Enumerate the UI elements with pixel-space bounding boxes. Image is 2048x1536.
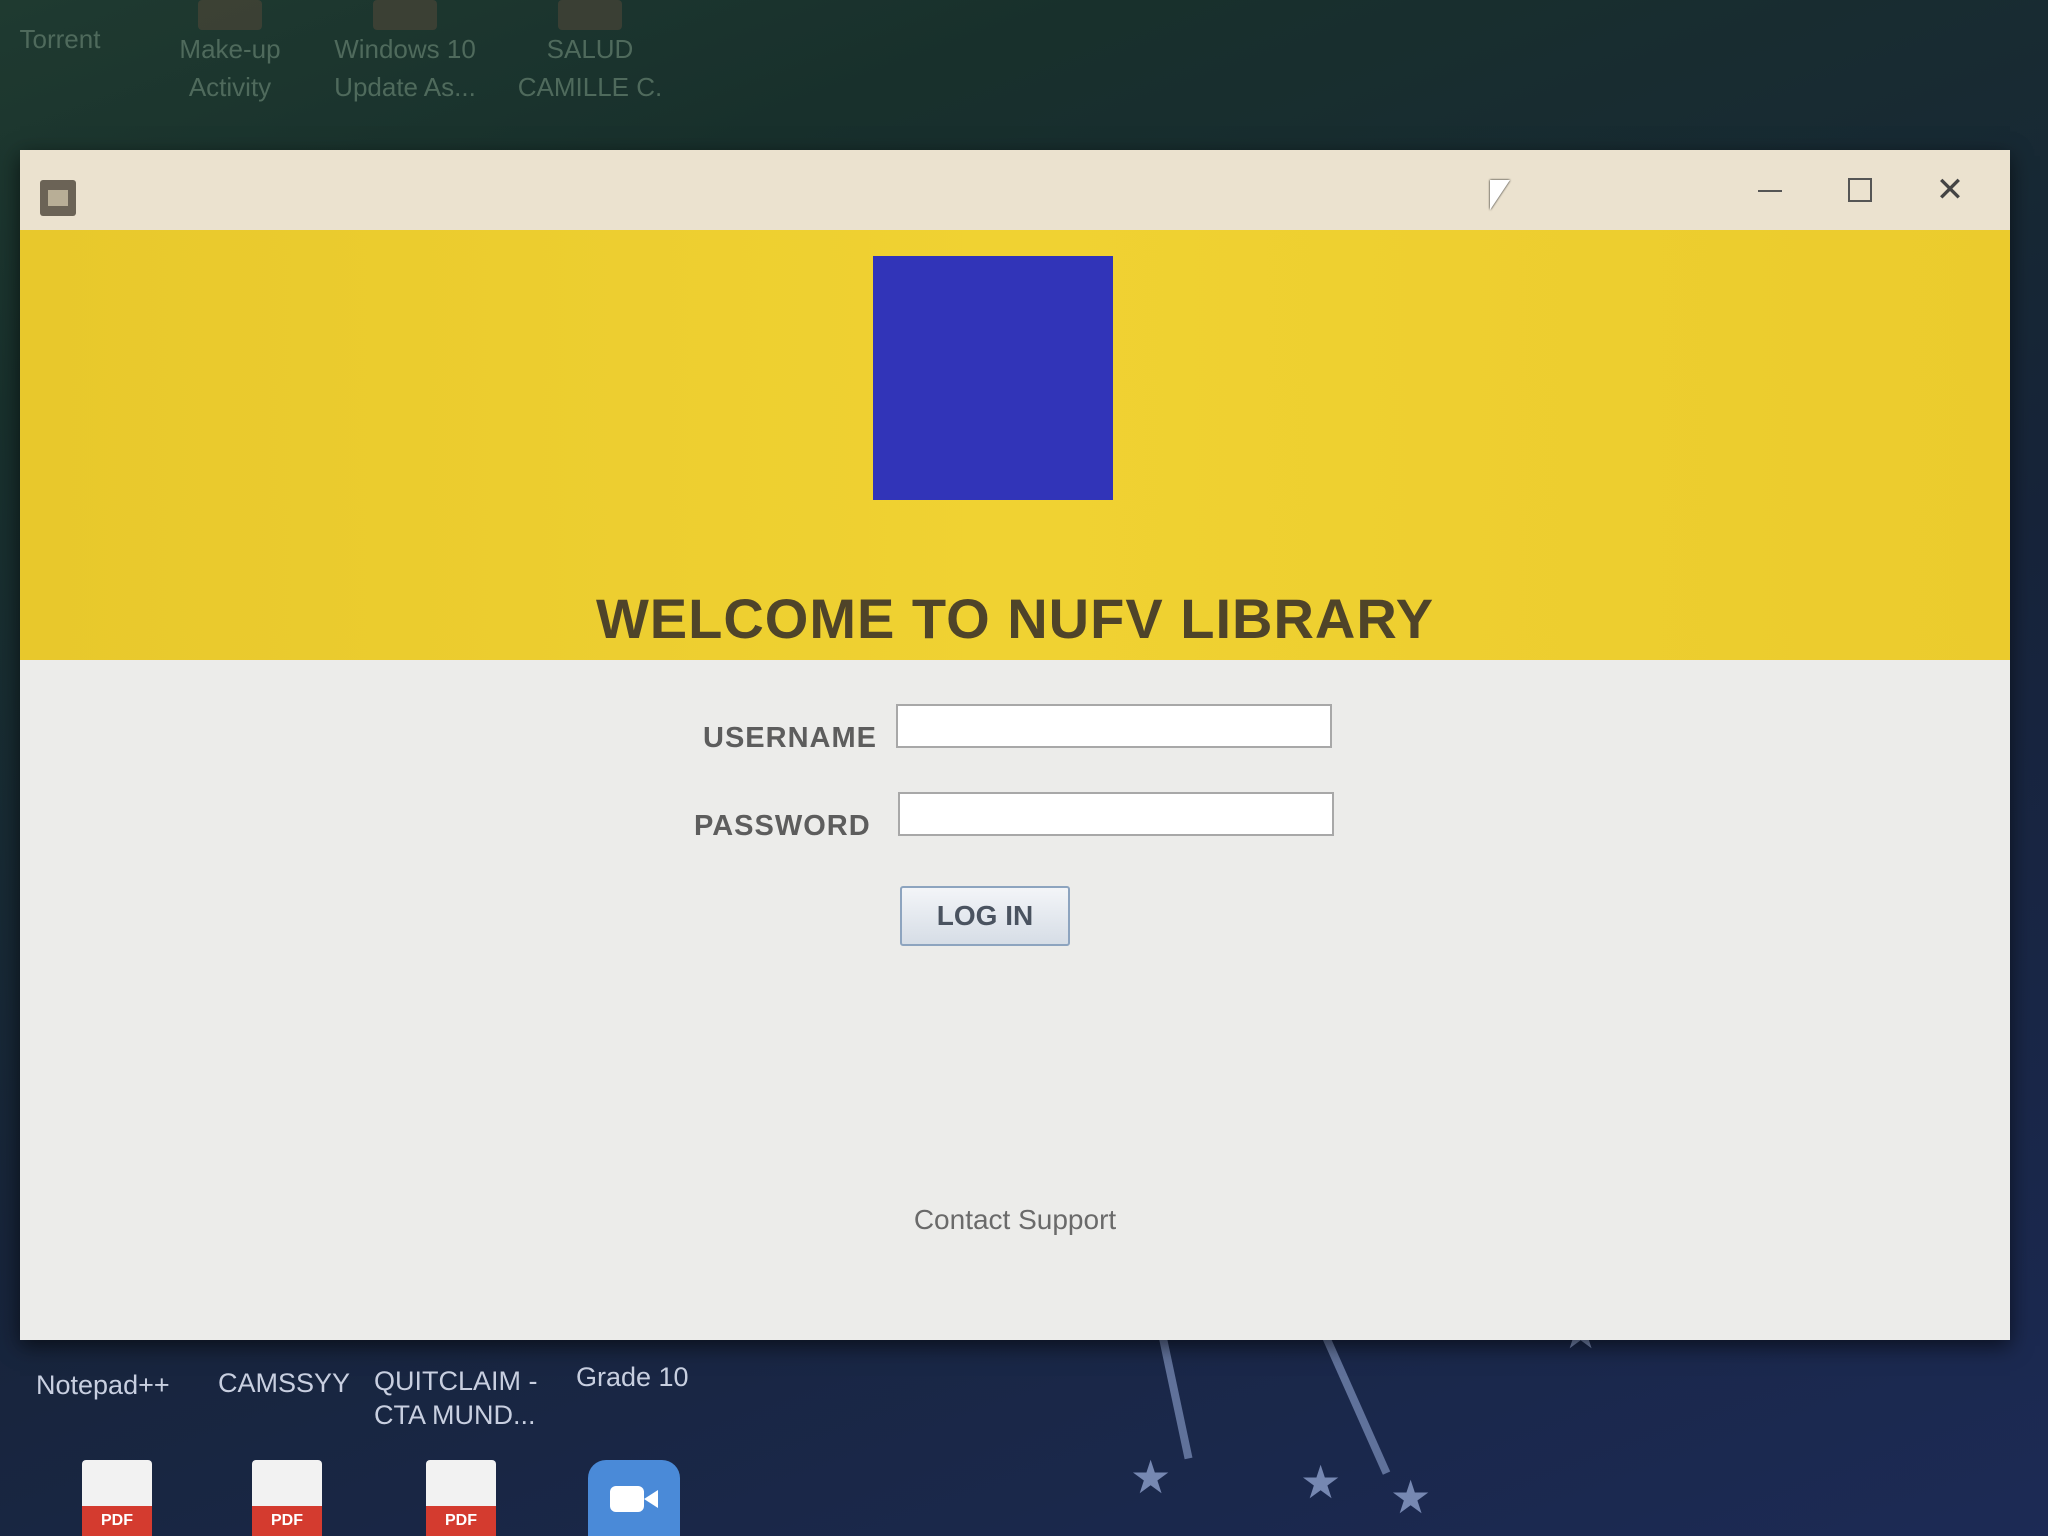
video-camera-icon: [610, 1486, 644, 1512]
pdf-file-icon[interactable]: PDF: [82, 1460, 152, 1536]
login-window: ✕ WELCOME TO NUFV LIBRARY USERNAME PASSW…: [20, 150, 2010, 1340]
pdf-file-icon[interactable]: PDF: [426, 1460, 496, 1536]
java-app-icon: [40, 180, 76, 216]
desktop-icon-label: SALUD: [546, 34, 634, 64]
desktop-icon-label-2: Update As...: [334, 72, 476, 102]
star-decoration-icon: ★: [1130, 1451, 1172, 1503]
pdf-tag: PDF: [426, 1506, 496, 1536]
title-bar: ✕: [20, 150, 2010, 230]
maximize-button[interactable]: [1830, 168, 1890, 212]
desktop-icon-notepad[interactable]: Notepad++: [36, 1368, 170, 1402]
minimize-button[interactable]: [1740, 168, 1800, 212]
desktop-icon-label-2: Activity: [188, 72, 272, 102]
username-field[interactable]: [896, 704, 1332, 748]
desktop-icon-label: Grade 10: [576, 1362, 689, 1392]
mouse-cursor-icon: [1490, 180, 1510, 210]
desktop-icon-label: QUITCLAIM -: [374, 1366, 538, 1396]
pdf-file-icon[interactable]: PDF: [252, 1460, 322, 1536]
close-icon: ✕: [1935, 171, 1965, 209]
desktop-icon-label: CAMSSYY: [218, 1368, 351, 1398]
password-label: PASSWORD: [694, 810, 871, 842]
background-streak: [1317, 1325, 1391, 1475]
welcome-banner: WELCOME TO NUFV LIBRARY: [20, 230, 2010, 660]
desktop-icon-label: Torrent: [19, 24, 101, 54]
welcome-title: WELCOME TO NUFV LIBRARY: [595, 587, 1435, 650]
minimize-icon: [1758, 190, 1782, 192]
login-button[interactable]: LOG IN: [900, 886, 1070, 946]
desktop-icon-grade-10[interactable]: Grade 10: [576, 1360, 689, 1394]
desktop-icon-windows-update[interactable]: Windows 10 Update As...: [320, 0, 490, 106]
contact-support-link[interactable]: Contact Support: [20, 1204, 2010, 1236]
background-streak: [1155, 1320, 1193, 1460]
close-button[interactable]: ✕: [1920, 168, 1980, 212]
zoom-app-icon[interactable]: [588, 1460, 680, 1536]
maximize-icon: [1848, 178, 1872, 202]
desktop-icon-camssyy[interactable]: CAMSSYY: [218, 1366, 350, 1400]
username-label: USERNAME: [703, 722, 877, 754]
document-icon: [558, 0, 622, 30]
pdf-tag: PDF: [252, 1506, 322, 1536]
update-icon: [373, 0, 437, 30]
desktop-icon-label: Windows 10: [334, 34, 476, 64]
star-decoration-icon: ★: [1300, 1456, 1342, 1508]
desktop-icon-label-2: CAMILLE C.: [517, 72, 663, 102]
desktop-icon-makeup-activity[interactable]: Make-up Activity: [160, 0, 300, 106]
video-camera-lens: [644, 1490, 658, 1508]
star-decoration-icon: ★: [1390, 1471, 1432, 1523]
pdf-tag: PDF: [82, 1506, 152, 1536]
desktop-icon-label: Notepad++: [36, 1370, 170, 1400]
document-icon: [198, 0, 262, 30]
desktop-icon-salud-camille[interactable]: SALUD CAMILLE C.: [510, 0, 670, 106]
desktop-icon-label-2: CTA MUND...: [374, 1400, 536, 1430]
desktop-icon-quitclaim[interactable]: QUITCLAIM - CTA MUND...: [374, 1364, 538, 1432]
desktop-icon-torrent[interactable]: Torrent: [0, 20, 120, 58]
library-logo: [873, 256, 1113, 500]
desktop-icon-label: Make-up: [179, 34, 281, 64]
password-field[interactable]: [898, 792, 1334, 836]
